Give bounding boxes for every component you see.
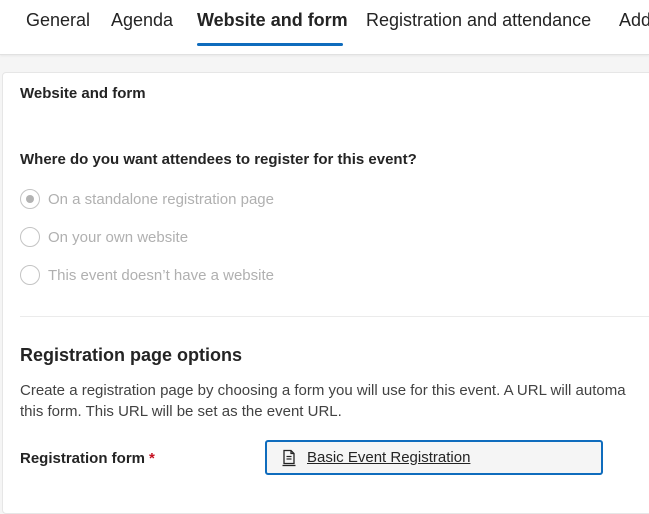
tab-additional[interactable]: Add	[619, 9, 649, 31]
section-title: Website and form	[20, 85, 146, 102]
required-asterisk: *	[149, 450, 155, 467]
registration-location-question: Where do you want attendees to register …	[20, 151, 417, 168]
registration-form-link[interactable]: Basic Event Registration	[307, 449, 470, 466]
radio-button[interactable]	[20, 265, 40, 285]
tab-website-and-form[interactable]: Website and form	[197, 9, 348, 31]
section-divider	[20, 316, 649, 317]
tab-general[interactable]: General	[26, 9, 90, 31]
tab-agenda[interactable]: Agenda	[111, 9, 173, 31]
registration-form-label-text: Registration form	[20, 450, 146, 467]
tab-registration-and-attendance[interactable]: Registration and attendance	[366, 9, 591, 31]
active-tab-indicator	[197, 43, 343, 46]
registration-options-description: Create a registration page by choosing a…	[20, 380, 649, 422]
radio-option-no-website[interactable]: This event doesn’t have a website	[20, 263, 274, 287]
form-document-icon	[281, 449, 297, 467]
radio-button-selected[interactable]	[20, 189, 40, 209]
registration-form-label: Registration form *	[20, 450, 155, 467]
description-line: Create a registration page by choosing a…	[20, 382, 626, 399]
description-line: this form. This URL will be set as the e…	[20, 403, 342, 420]
radio-label: On a standalone registration page	[48, 190, 274, 208]
registration-page-options-title: Registration page options	[20, 345, 243, 365]
tab-bar: General Agenda Website and form Registra…	[0, 0, 649, 55]
radio-button[interactable]	[20, 227, 40, 247]
radio-option-standalone-page[interactable]: On a standalone registration page	[20, 187, 274, 211]
radio-label: On your own website	[48, 228, 189, 246]
radio-selected-dot	[26, 195, 34, 203]
registration-form-lookup-field[interactable]: Basic Event Registration	[265, 440, 603, 475]
radio-label: This event doesn’t have a website	[48, 266, 274, 284]
radio-option-own-website[interactable]: On your own website	[20, 225, 188, 249]
